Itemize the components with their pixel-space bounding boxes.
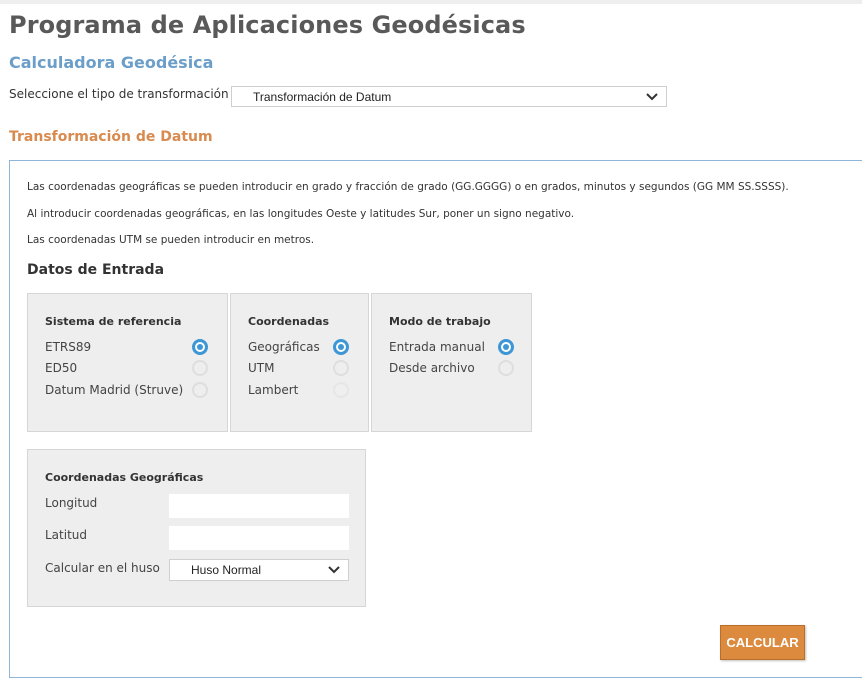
- coordinates-title: Coordenadas: [248, 315, 330, 328]
- geographic-coordinates-title: Coordenadas Geográficas: [45, 471, 204, 484]
- option-utm-label: UTM: [248, 361, 275, 375]
- radio-datum-madrid[interactable]: [192, 382, 208, 398]
- input-data-title: Datos de Entrada: [27, 262, 165, 278]
- section-title: Transformación de Datum: [9, 129, 213, 145]
- latitude-input[interactable]: [169, 526, 349, 550]
- longitude-label: Longitud: [45, 496, 98, 510]
- option-manual-label: Entrada manual: [389, 340, 485, 354]
- work-mode-box: Modo de trabajo Entrada manual Desde arc…: [371, 293, 532, 432]
- radio-etrs89[interactable]: [192, 339, 208, 355]
- info-text-format: Las coordenadas geográficas se pueden in…: [27, 181, 789, 193]
- page-title: Programa de Aplicaciones Geodésicas: [9, 11, 526, 39]
- radio-geograficas[interactable]: [333, 339, 349, 355]
- radio-file[interactable]: [498, 360, 514, 376]
- chevron-down-icon: [646, 92, 658, 100]
- radio-manual[interactable]: [498, 339, 514, 355]
- calculate-button[interactable]: CALCULAR: [720, 625, 805, 660]
- calculator-title: Calculadora Geodésica: [9, 53, 214, 72]
- transform-type-label: Seleccione el tipo de transformación: [9, 87, 229, 101]
- option-geograficas-label: Geográficas: [248, 340, 320, 354]
- option-etrs89-label: ETRS89: [45, 340, 92, 354]
- option-lambert-label: Lambert: [248, 383, 299, 397]
- transform-type-select[interactable]: Transformación de Datum: [231, 86, 667, 107]
- top-border: [0, 0, 862, 4]
- radio-lambert[interactable]: [333, 382, 349, 398]
- option-datum-madrid-label: Datum Madrid (Struve): [45, 383, 184, 397]
- option-file-label: Desde archivo: [389, 361, 475, 375]
- radio-ed50[interactable]: [192, 360, 208, 376]
- longitude-input[interactable]: [169, 494, 349, 518]
- info-text-utm: Las coordenadas UTM se pueden introducir…: [27, 234, 315, 246]
- reference-system-title: Sistema de referencia: [45, 315, 182, 328]
- coordinates-box: Coordenadas Geográficas UTM Lambert: [230, 293, 369, 432]
- geographic-coordinates-box: Coordenadas Geográficas Longitud Latitud…: [27, 449, 366, 607]
- option-ed50-label: ED50: [45, 361, 78, 375]
- reference-system-box: Sistema de referencia ETRS89 ED50 Datum …: [27, 293, 228, 432]
- radio-utm[interactable]: [333, 360, 349, 376]
- chevron-down-icon: [328, 566, 340, 574]
- zone-label: Calcular en el huso: [45, 561, 160, 575]
- transform-type-value: Transformación de Datum: [253, 89, 392, 104]
- zone-select-value: Huso Normal: [191, 563, 262, 577]
- info-text-sign: Al introducir coordenadas geográficas, e…: [27, 208, 575, 220]
- latitude-label: Latitud: [45, 528, 88, 542]
- work-mode-title: Modo de trabajo: [389, 315, 491, 328]
- zone-select[interactable]: Huso Normal: [169, 559, 349, 581]
